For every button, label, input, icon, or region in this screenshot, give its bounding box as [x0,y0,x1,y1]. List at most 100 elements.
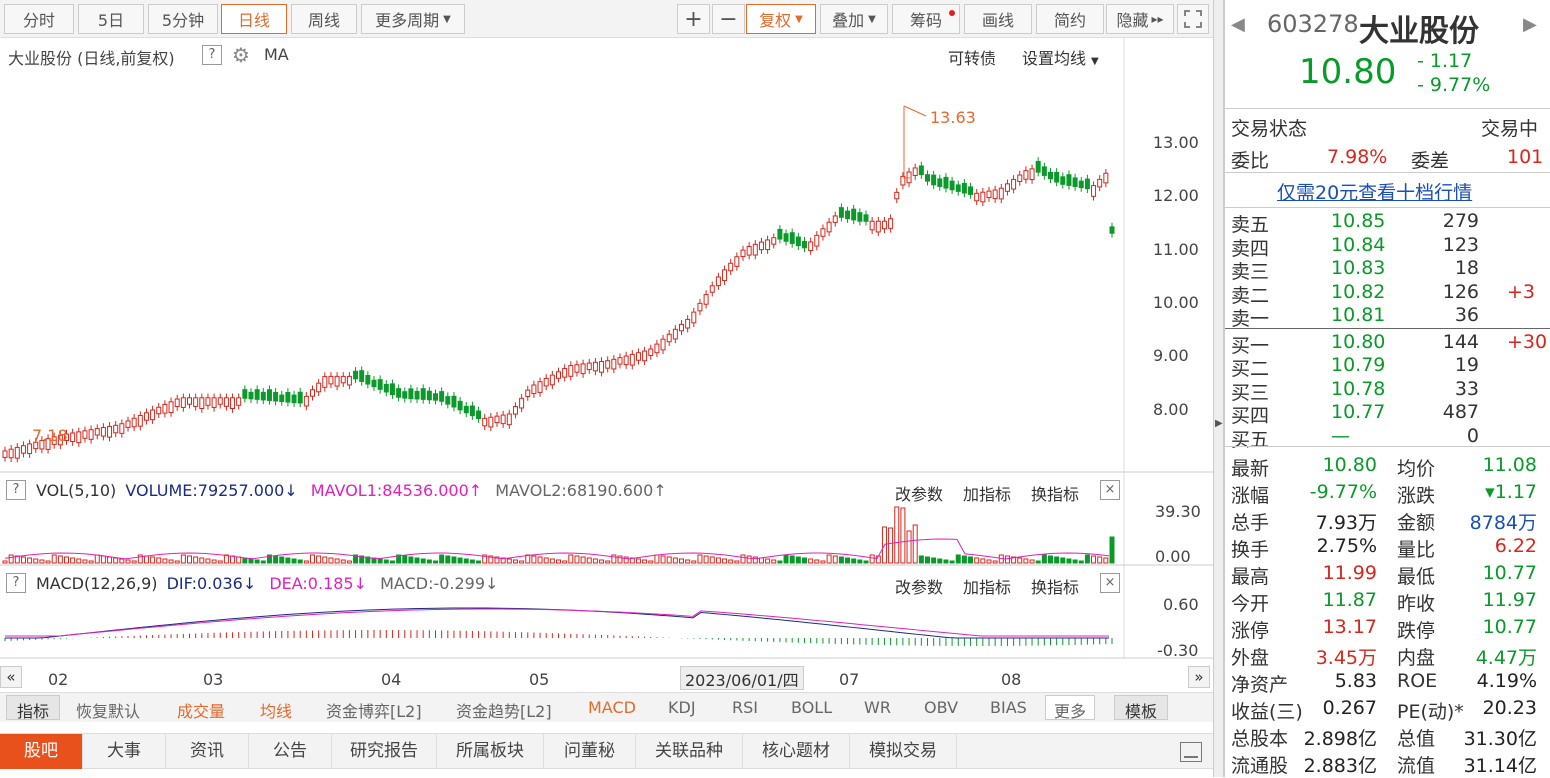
candle-body [728,262,734,272]
tab-announcements[interactable]: 公告 [249,734,332,769]
scroll-right-button[interactable]: » [1188,666,1210,688]
order-book-vol: 123 [1442,233,1479,256]
tab-guba[interactable]: 股吧 [0,734,83,769]
macd-edit-params-button[interactable]: 改参数 [895,574,943,598]
candle-body [629,353,635,366]
volume-bar [789,555,795,564]
tab-ma[interactable]: 均线 [260,698,292,722]
volume-bar [672,557,678,564]
tab-5min[interactable]: 5分钟 [148,4,218,34]
convertible-bond-link[interactable]: 可转债 [948,45,996,69]
volume-bar [746,555,752,564]
macd-value: MACD:-0.299 [380,574,486,593]
volume-bar [260,560,266,564]
panel-splitter[interactable]: ▶ [1213,0,1224,777]
tab-fenshi[interactable]: 分时 [4,4,74,34]
tab-restore-default[interactable]: 恢复默认 [76,698,140,722]
vol-mavol1: MAVOL1:84536.000 [310,481,469,500]
vol-add-indicator-button[interactable]: 加指标 [963,481,1011,505]
vol-switch-indicator-button[interactable]: 换指标 [1031,481,1079,505]
candle-body [439,391,445,402]
simple-mode-button[interactable]: 简约 [1036,4,1104,34]
gear-icon[interactable]: ⚙ [232,43,250,67]
tab-weekly[interactable]: 周线 [291,4,357,34]
stat-v1: 13.17 [1322,616,1377,638]
candle-body [906,171,912,184]
tab-volume[interactable]: 成交量 [177,698,225,722]
chart-title: 大业股份 (日线,前复权) [8,49,175,68]
tab-daily[interactable]: 日线 [221,4,287,34]
tab-sim-trade[interactable]: 模拟交易 [850,734,957,769]
zoom-in-button[interactable]: + [677,4,710,34]
button-label: 简约 [1053,11,1086,30]
candle-body [88,429,94,440]
help-button[interactable]: ? [202,45,222,65]
scroll-left-button[interactable]: « [0,666,22,688]
next-stock-icon[interactable]: ▶ [1523,14,1537,35]
volume-bar [328,557,334,564]
order-book-vol: 279 [1442,210,1479,232]
collapse-icon[interactable] [1180,742,1202,762]
tab-obv[interactable]: OBV [924,698,958,717]
fullscreen-button[interactable] [1177,4,1209,34]
indicator-tabs: 指标 恢复默认 成交量 均线 资金博弈[L2] 资金趋势[L2] MACD KD… [0,692,1213,722]
tab-bias[interactable]: BIAS [990,698,1027,717]
volume-bar [642,559,648,564]
volume-bar [223,554,229,564]
volume-bar [666,556,672,564]
tab-kdj[interactable]: KDJ [668,698,696,717]
candle-body [254,389,260,400]
price-tick: 9.00 [1153,346,1189,365]
tab-more[interactable]: 更多 [1045,695,1096,721]
tab-sectors[interactable]: 所属板块 [437,734,544,769]
macd-switch-indicator-button[interactable]: 换指标 [1031,574,1079,598]
value: 交易中 [1481,118,1539,140]
volume-bar [279,556,285,564]
candle-body [980,191,986,203]
candle-body [722,269,728,282]
macd-close-button[interactable]: × [1100,573,1120,593]
stat-l2: 最低 [1397,566,1436,588]
tab-ask-secretary[interactable]: 问董秘 [544,734,636,769]
level2-upgrade-link[interactable]: 仅需20元查看十档行情 [1277,178,1472,205]
stat-l2: 流值 [1397,755,1436,777]
tab-related[interactable]: 关联品种 [636,734,743,769]
tab-events[interactable]: 大事 [83,734,166,769]
tab-5day[interactable]: 5日 [78,4,144,34]
candle-body [691,311,697,324]
tab-fund-game[interactable]: 资金博弈[L2] [326,698,422,722]
macd-help-button[interactable]: ? [6,573,26,593]
candle-body [316,382,322,393]
tab-wr[interactable]: WR [864,698,891,717]
vol-close-button[interactable]: × [1100,480,1120,500]
volume-bar [291,558,297,564]
draw-line-button[interactable]: 画线 [964,4,1032,34]
zoom-out-button[interactable]: − [712,4,745,34]
volume-bar [955,554,961,564]
volume-bar [414,557,420,564]
chips-button[interactable]: 筹码 [892,4,960,34]
vol-help-button[interactable]: ? [6,480,26,500]
hide-panel-button[interactable]: 隐藏 ▸▸ [1106,4,1174,34]
set-ma-dropdown[interactable]: 设置均线 ▼ [1022,45,1099,69]
order-book-vol: 0 [1466,424,1479,447]
overlay-dropdown[interactable]: 叠加 ▼ [820,4,888,34]
fuquan-dropdown[interactable]: 复权 ▼ [746,4,816,34]
tab-news[interactable]: 资讯 [166,734,249,769]
tab-themes[interactable]: 核心题材 [743,734,850,769]
stat-v2: 11.08 [1482,454,1537,476]
tab-macd[interactable]: MACD [588,698,636,717]
tab-rsi[interactable]: RSI [732,698,758,717]
prev-stock-icon[interactable]: ◀ [1231,14,1245,35]
more-periods-dropdown[interactable]: 更多周期 ▼ [361,4,465,34]
tab-template[interactable]: 模板 [1114,695,1169,721]
volume-bar [125,559,131,564]
vol-edit-params-button[interactable]: 改参数 [895,481,943,505]
tab-boll[interactable]: BOLL [791,698,832,717]
order-book-price: 10.85 [1331,210,1386,232]
tab-fund-trend[interactable]: 资金趋势[L2] [456,698,552,722]
bid-ask-divider [1225,328,1550,329]
tab-indicator[interactable]: 指标 [6,695,61,721]
tab-research[interactable]: 研究报告 [332,734,437,769]
macd-add-indicator-button[interactable]: 加指标 [963,574,1011,598]
